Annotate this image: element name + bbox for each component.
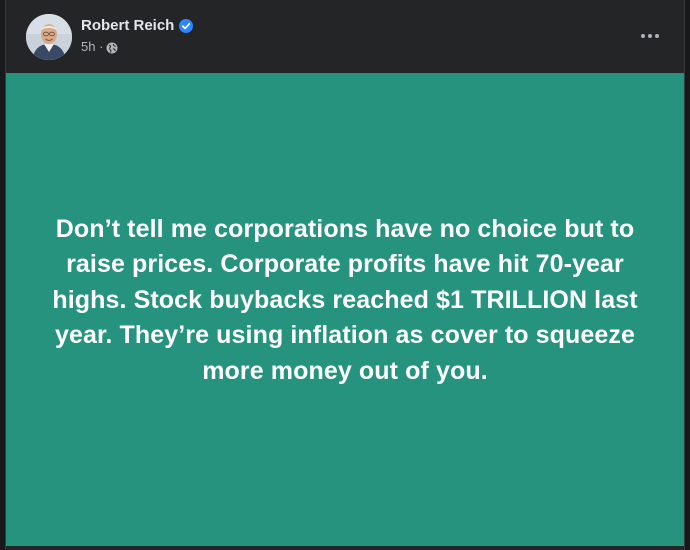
- globe-icon[interactable]: [106, 41, 118, 54]
- post-timestamp[interactable]: 5h ·: [81, 38, 103, 56]
- post-card: Robert Reich 5h · Don’t tell me corporat…: [5, 0, 685, 550]
- post-header: Robert Reich 5h ·: [6, 0, 684, 72]
- post-meta: 5h ·: [81, 38, 118, 56]
- more-options-icon: [641, 34, 659, 38]
- author-avatar[interactable]: [26, 14, 72, 60]
- text-post-background: Don’t tell me corporations have no choic…: [6, 73, 684, 546]
- post-body-text: Don’t tell me corporations have no choic…: [52, 214, 638, 385]
- avatar-image: [26, 14, 72, 60]
- verified-badge-icon: [179, 19, 194, 33]
- author-row: Robert Reich: [81, 16, 194, 36]
- more-options-button[interactable]: [634, 22, 666, 50]
- author-name[interactable]: Robert Reich: [81, 16, 174, 36]
